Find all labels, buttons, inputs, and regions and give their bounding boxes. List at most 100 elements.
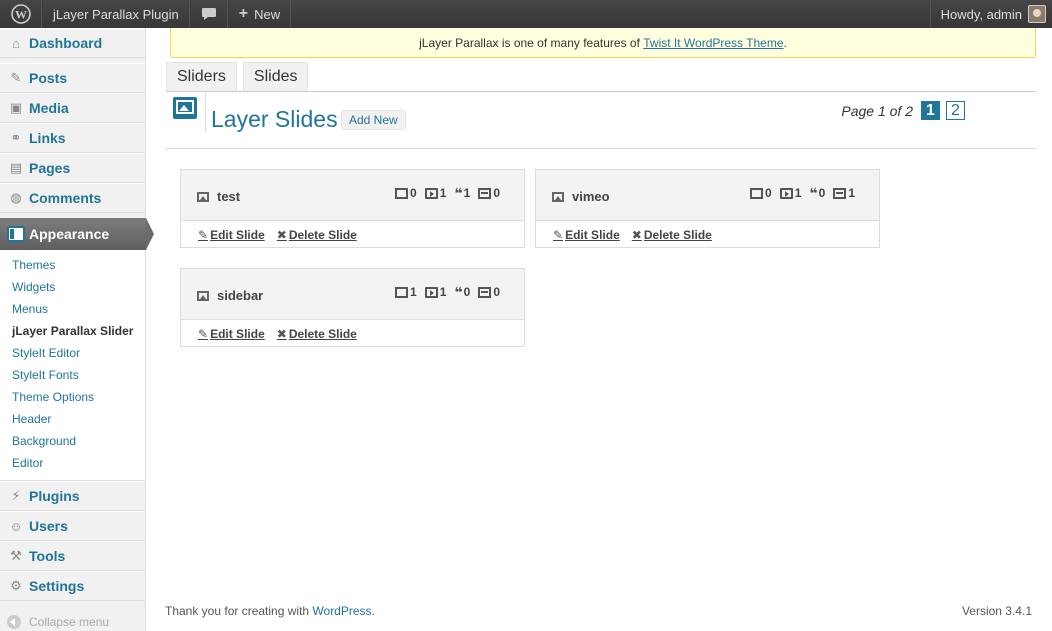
sidebar-item-plugins[interactable]: ⚡ Plugins [0,481,145,511]
sidebar-item-appearance[interactable]: Appearance [0,218,154,250]
tab-sliders[interactable]: Sliders [166,62,237,91]
page-2-button[interactable]: 2 [946,101,965,120]
submenu-item-menus[interactable]: Menus [0,298,145,320]
page-title: Layer Slides [211,106,338,132]
users-icon: ☺ [9,518,23,534]
edit-slide-link[interactable]: ✎ Edit Slide [553,228,620,242]
sidebar-item-label: Posts [29,70,68,86]
submenu-item-themes[interactable]: Themes [0,254,145,276]
footer-thanks: Thank you for creating with WordPress. [165,604,375,618]
image-count: 0 [765,186,772,200]
submenu-item-jlayer-parallax-slider[interactable]: jLayer Parallax Slider [0,320,145,342]
appearance-submenu: Themes Widgets Menus jLayer Parallax Sli… [0,250,145,481]
howdy-text: Howdy, admin [940,6,1022,22]
edit-slide-link[interactable]: ✎ Edit Slide [198,327,265,341]
svg-text:W: W [15,8,27,22]
delete-slide-link[interactable]: ✖ Delete Slide [277,327,357,341]
edit-slide-label: Edit Slide [210,227,265,242]
sidebar-item-pages[interactable]: ▤ Pages [0,153,145,183]
collapse-arrow-icon [7,615,21,629]
video-count: 1 [439,285,447,299]
sidebar-item-links[interactable]: ⚭ Links [0,123,145,153]
video-count: 1 [794,186,802,200]
image-count-icon [395,187,409,199]
caption-count: 1 [463,186,471,200]
box-count: 0 [493,186,500,200]
sidebar-item-label: Users [29,518,68,534]
quote-icon: ❝ [454,284,462,300]
box-count-icon [478,187,492,199]
theme-link[interactable]: Twist It WordPress Theme [643,36,783,50]
sidebar-item-settings[interactable]: ⚙ Settings [0,571,145,601]
delete-slide-link[interactable]: ✖ Delete Slide [632,228,712,242]
media-icon: ▣ [9,100,23,115]
slide-name: vimeo [572,189,610,204]
edit-slide-link[interactable]: ✎ Edit Slide [198,228,265,242]
caption-count: 0 [463,285,471,299]
page-1-button[interactable]: 1 [921,101,940,120]
header-separator [165,148,1036,149]
new-label: New [254,6,281,22]
close-icon: ✖ [276,227,287,242]
theme-notice: jLayer Parallax is one of many features … [170,28,1036,58]
delete-slide-link[interactable]: ✖ Delete Slide [277,228,357,242]
submenu-item-styleit-fonts[interactable]: StyleIt Fonts [0,364,145,386]
add-new-button[interactable]: Add New [341,110,406,130]
slide-stats: 0 1 ❝ 0 1 [742,186,855,200]
quote-icon: ❝ [454,185,462,201]
notice-suffix: . [783,35,787,50]
footer-thanks-text: Thank you for creating with [165,604,313,618]
submenu-item-background[interactable]: Background [0,430,145,452]
image-count-icon [750,187,764,199]
site-name-link[interactable]: jLayer Parallax Plugin [42,0,190,28]
comments-icon[interactable] [189,0,228,28]
sidebar-item-comments[interactable]: ◍ Comments [0,183,145,213]
submenu-item-editor[interactable]: Editor [0,452,145,474]
sidebar-item-dashboard[interactable]: ⌂ Dashboard [0,28,145,58]
pencil-icon: ✎ [198,326,209,341]
sidebar-item-label: Appearance [29,226,110,242]
tools-icon: ⚒ [10,548,22,563]
quote-icon: ❝ [809,185,817,201]
sidebar-item-label: Tools [29,548,66,564]
slide-name: sidebar [217,288,264,303]
plus-icon: + [238,5,249,22]
admin-sidebar: ⌂ Dashboard ✎ Posts ▣ Media ⚭ Links ▤ Pa… [0,28,154,631]
submenu-item-header[interactable]: Header [0,408,145,430]
image-count-icon [395,286,409,298]
pencil-icon: ✎ [553,227,564,242]
box-count-icon [478,286,492,298]
wordpress-link[interactable]: WordPress [312,604,371,618]
collapse-menu-button[interactable]: Collapse menu [0,607,145,631]
submenu-item-widgets[interactable]: Widgets [0,276,145,298]
sidebar-item-media[interactable]: ▣ Media [0,93,145,123]
header-divider [205,92,206,132]
sidebar-item-label: Links [29,130,66,146]
slide-stats: 1 1 ❝ 0 0 [387,285,500,299]
collapse-label: Collapse menu [29,615,110,629]
sidebar-item-posts[interactable]: ✎ Posts [0,63,145,93]
dashboard-icon: ⌂ [12,35,20,51]
sidebar-item-label: Settings [29,578,85,594]
slide-name: test [217,189,241,204]
account-menu[interactable]: Howdy, admin [929,0,1052,28]
sidebar-item-tools[interactable]: ⚒ Tools [0,541,145,571]
tab-slides[interactable]: Slides [242,62,309,91]
pager-text: Page 1 of 2 [841,102,913,119]
slide-card-sidebar: sidebar 1 1 ❝ 0 0 ✎ Edit Slide ✖ Delete Sli… [180,268,525,347]
new-content-button[interactable]: + New [227,0,292,28]
delete-slide-label: Delete Slide [288,227,357,242]
sidebar-item-label: Dashboard [29,35,103,51]
box-count: 0 [493,285,500,299]
sidebar-item-users[interactable]: ☺ Users [0,511,145,541]
edit-slide-label: Edit Slide [565,227,620,242]
notice-prefix: jLayer Parallax is one of many features … [419,35,640,50]
video-count-icon [424,286,438,298]
submenu-item-styleit-editor[interactable]: StyleIt Editor [0,342,145,364]
pages-icon: ▤ [9,160,23,175]
submenu-item-theme-options[interactable]: Theme Options [0,386,145,408]
wordpress-logo-icon[interactable]: W [0,0,42,28]
image-count: 1 [410,285,417,299]
slide-card-test: test 0 1 ❝ 1 0 ✎ Edit Slide ✖ Delete Slide [180,169,525,248]
plugin-icon: ⚡ [11,488,21,503]
